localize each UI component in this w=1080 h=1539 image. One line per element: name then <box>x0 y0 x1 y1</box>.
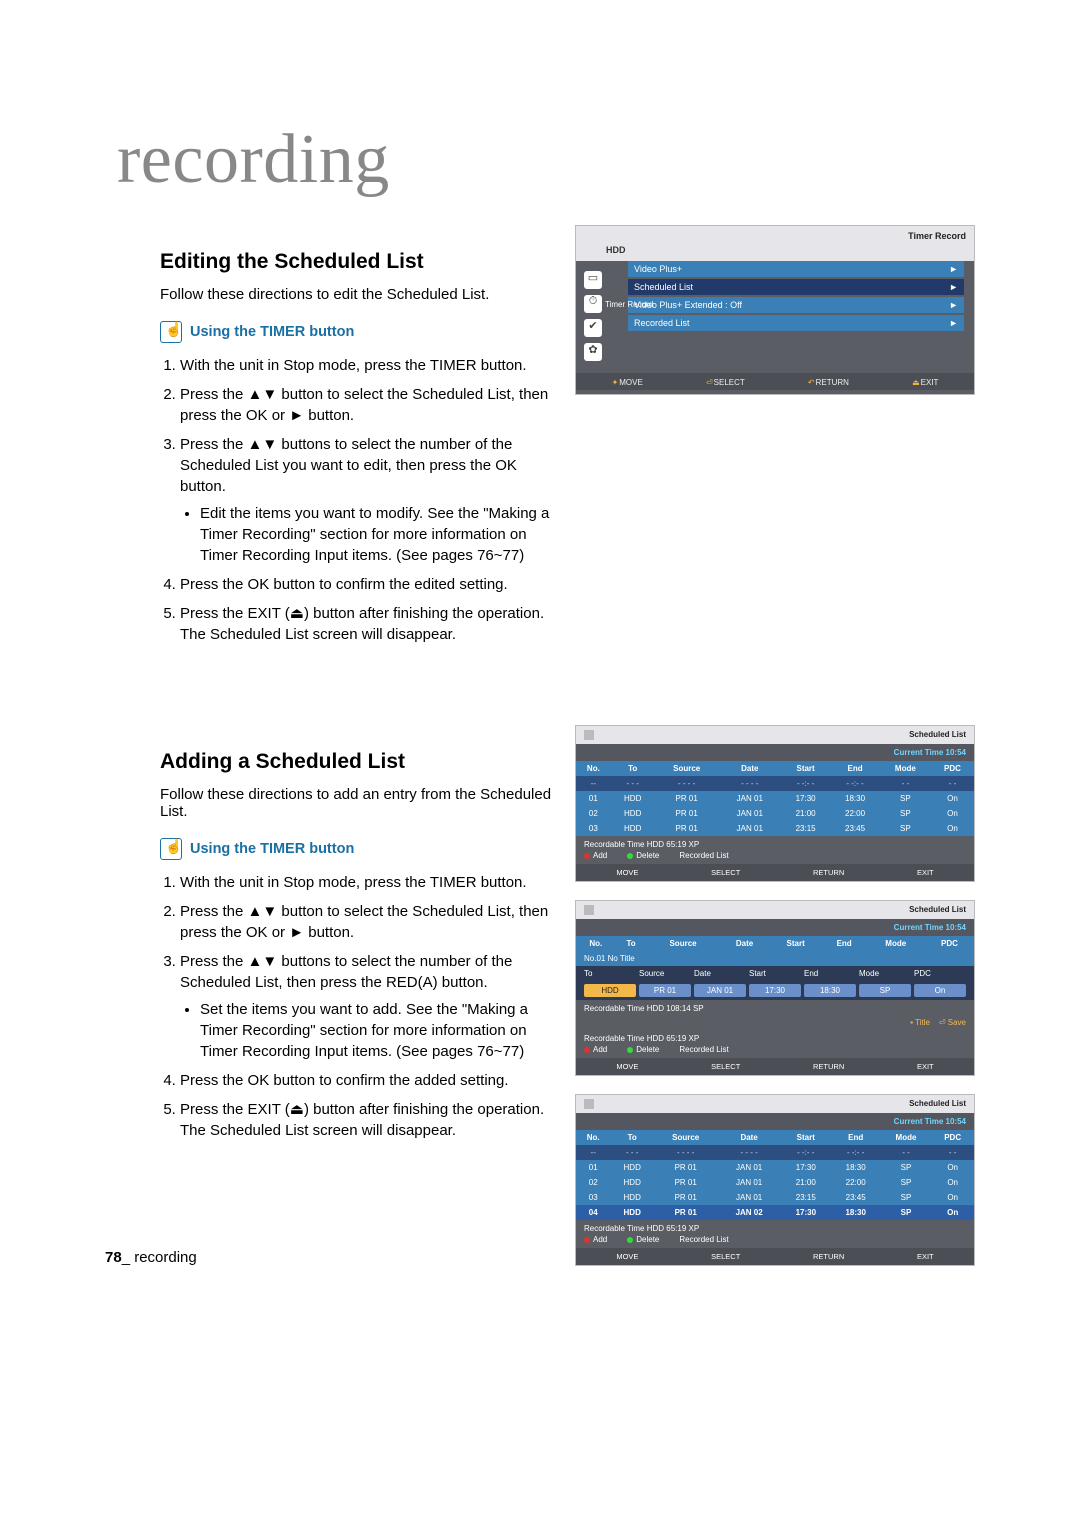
osd-menu-recorded[interactable]: Recorded List► <box>628 315 964 331</box>
delete-action[interactable]: Delete <box>627 1045 659 1054</box>
edit-step5: Press the EXIT (⏏) button after finishin… <box>180 603 565 645</box>
table-row[interactable]: 04HDDPR 01JAN 0217:3018:30SPOn <box>576 1205 974 1220</box>
title-action[interactable]: ▪ Title <box>910 1018 930 1027</box>
osd-menu-scheduled[interactable]: Scheduled List► <box>628 279 964 295</box>
add-step1: With the unit in Stop mode, press the TI… <box>180 872 565 893</box>
edit-step3-bullet: Edit the items you want to modify. See t… <box>200 503 565 566</box>
hand-icon <box>160 838 182 860</box>
add-step4: Press the OK button to confirm the added… <box>180 1070 565 1091</box>
adding-sub: Using the TIMER button <box>190 841 354 857</box>
edit-value-row[interactable]: HDDPR 01JAN 0117:3018:30SPOn <box>576 981 974 1000</box>
table-row[interactable]: 02HDDPR 01JAN 0121:0022:00SPOn <box>576 1175 974 1190</box>
editing-heading: Editing the Scheduled List <box>160 250 565 274</box>
col-date: Date <box>719 761 781 776</box>
edit-step2: Press the ▲▼ button to select the Schedu… <box>180 384 565 426</box>
table-row[interactable]: 03HDDPR 01JAN 0123:1523:45SPOn <box>576 1190 974 1205</box>
adding-heading: Adding a Scheduled List <box>160 750 565 774</box>
square-icon <box>584 905 594 915</box>
table-row[interactable]: --- - -- - - -- - - -- -:- -- -:- -- -- … <box>576 776 974 791</box>
delete-action[interactable]: Delete <box>627 851 659 860</box>
recordable-time: Recordable Time HDD 65:19 XP <box>576 1220 974 1235</box>
chevron-right-icon: ► <box>949 300 958 310</box>
osd-scheduled-list-1: Scheduled List Current Time 10:54 No. To… <box>575 725 975 882</box>
osd-menu-videoplus[interactable]: Video Plus+► <box>628 261 964 277</box>
osd-scheduled-list-2: Scheduled List Current Time 10:54 No.ToS… <box>575 900 975 1076</box>
exit-icon: ⏏ <box>290 1101 304 1118</box>
square-icon <box>584 730 594 740</box>
table-row[interactable]: --- - -- - - -- - - -- -:- -- -:- -- -- … <box>576 1145 974 1160</box>
chevron-right-icon: ► <box>949 318 958 328</box>
edit-step3: Press the ▲▼ buttons to select the numbe… <box>180 434 565 566</box>
current-time-label: Current Time 10:54 <box>576 1113 974 1130</box>
col-start: Start <box>781 761 830 776</box>
media-icon: ▭ <box>584 271 602 289</box>
osd-helpbar: ✦MOVE ⏎SELECT ↶RETURN ⏏EXIT <box>576 373 974 390</box>
exit-icon: ⏏ <box>290 605 304 622</box>
edit-step4: Press the OK button to confirm the edite… <box>180 574 565 595</box>
page-footer: 78_ recording <box>105 1249 197 1266</box>
add-step5: Press the EXIT (⏏) button after finishin… <box>180 1099 565 1141</box>
osd-helpbar: MOVESELECTRETURNEXIT <box>576 1058 974 1075</box>
add-action[interactable]: Add <box>584 1235 607 1244</box>
square-icon <box>584 1099 594 1109</box>
edit-header-row: ToSourceDateStartEndModePDC <box>576 966 974 981</box>
add-step3-bullet: Set the items you want to add. See the "… <box>200 999 565 1062</box>
current-time-label: Current Time 10:54 <box>576 744 974 761</box>
table-row[interactable]: 01HDDPR 01JAN 0117:3018:30SPOn <box>576 791 974 806</box>
osd-helpbar: MOVESELECTRETURNEXIT <box>576 1248 974 1265</box>
col-source: Source <box>655 761 719 776</box>
col-mode: Mode <box>880 761 931 776</box>
adding-intro: Follow these directions to add an entry … <box>160 786 565 820</box>
recorded-list-action[interactable]: Recorded List <box>679 1045 728 1054</box>
editing-sub: Using the TIMER button <box>190 324 354 340</box>
add-action[interactable]: Add <box>584 851 607 860</box>
recordable-time: Recordable Time HDD 65:19 XP <box>576 836 974 851</box>
osd-menu-vplus-ext[interactable]: Video Plus+ Extended : Off► <box>628 297 964 313</box>
add-step3: Press the ▲▼ buttons to select the numbe… <box>180 951 565 1062</box>
entry-title: No.01 No Title <box>576 951 974 966</box>
page-title: recording <box>117 120 975 200</box>
osd-helpbar: MOVESELECTRETURNEXIT <box>576 864 974 881</box>
col-pdc: PDC <box>931 761 974 776</box>
osd-scheduled-list-3: Scheduled List Current Time 10:54 No.ToS… <box>575 1094 975 1266</box>
recorded-list-action[interactable]: Recorded List <box>679 851 728 860</box>
table-row[interactable]: 02HDDPR 01JAN 0121:0022:00SPOn <box>576 806 974 821</box>
recorded-list-action[interactable]: Recorded List <box>679 1235 728 1244</box>
clock-icon: ⏱ <box>584 295 602 313</box>
col-end: End <box>830 761 879 776</box>
chevron-right-icon: ► <box>949 282 958 292</box>
editing-intro: Follow these directions to edit the Sche… <box>160 286 565 303</box>
check-icon: ✔ <box>584 319 602 337</box>
col-no: No. <box>576 761 611 776</box>
osd-timer-topbar: HDD <box>576 243 974 261</box>
save-action[interactable]: ⏎ Save <box>939 1018 966 1027</box>
gear-icon: ✿ <box>584 343 602 361</box>
delete-action[interactable]: Delete <box>627 1235 659 1244</box>
table-row[interactable]: 01HDDPR 01JAN 0117:3018:30SPOn <box>576 1160 974 1175</box>
chevron-right-icon: ► <box>949 264 958 274</box>
current-time-label: Current Time 10:54 <box>576 919 974 936</box>
osd-timer-record: Timer Record HDD ▭ ⏱Timer Record ✔ ✿ Vid… <box>575 225 975 395</box>
recordable-time: Recordable Time HDD 108:14 SP <box>576 1000 974 1015</box>
edit-step1: With the unit in Stop mode, press the TI… <box>180 355 565 376</box>
table-row[interactable]: 03HDDPR 01JAN 0123:1523:45SPOn <box>576 821 974 836</box>
recordable-time: Recordable Time HDD 65:19 XP <box>576 1030 974 1045</box>
add-action[interactable]: Add <box>584 1045 607 1054</box>
add-step2: Press the ▲▼ button to select the Schedu… <box>180 901 565 943</box>
col-to: To <box>611 761 655 776</box>
osd-timer-title: Timer Record <box>576 226 974 243</box>
hand-icon <box>160 321 182 343</box>
